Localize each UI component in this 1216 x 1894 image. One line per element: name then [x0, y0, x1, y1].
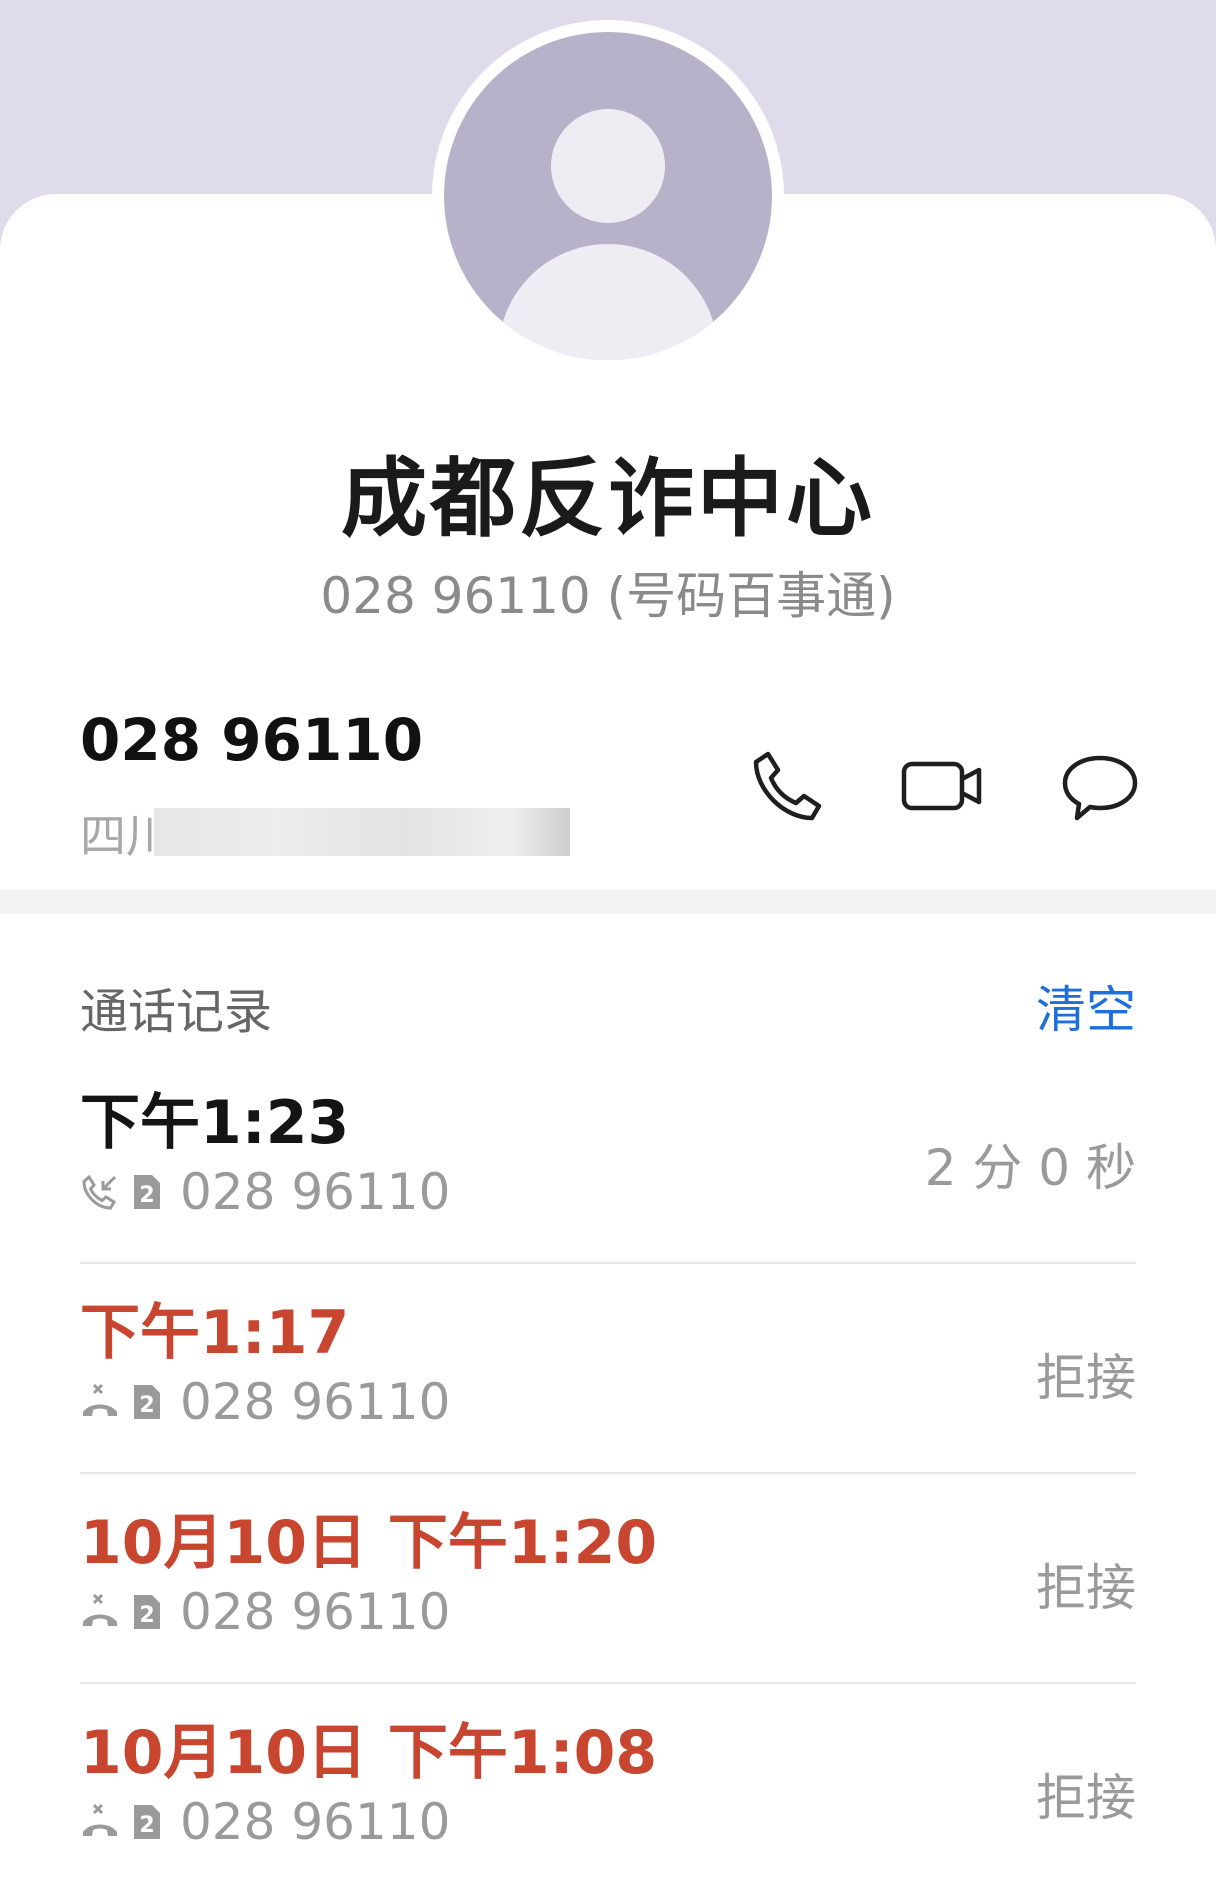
svg-text:2: 2: [139, 1183, 154, 1208]
message-bubble-icon: [1062, 755, 1138, 821]
svg-text:2: 2: [139, 1393, 154, 1418]
call-log-row[interactable]: 10月10日 下午1:08 2 028 96110 拒接: [80, 1684, 1136, 1894]
avatar-person-icon: [551, 109, 665, 223]
call-status: 拒接: [1036, 1559, 1136, 1617]
svg-text:2: 2: [139, 1813, 154, 1838]
call-detail: 2 028 96110: [80, 1162, 450, 1222]
call-detail: 2 028 96110: [80, 1582, 450, 1642]
sim-2-icon: 2: [134, 1385, 160, 1419]
call-number: 028 96110: [180, 1793, 451, 1851]
call-log-row[interactable]: 10月10日 下午1:20 2 028 96110 拒接: [80, 1474, 1136, 1684]
call-time: 10月10日 下午1:20: [80, 1508, 658, 1578]
video-camera-icon: [901, 761, 982, 811]
call-number: 028 96110: [180, 1373, 451, 1431]
svg-text:2: 2: [139, 1603, 154, 1628]
call-number: 028 96110: [180, 1163, 451, 1221]
rejected-call-icon: [80, 1382, 120, 1422]
call-number: 028 96110: [180, 1583, 451, 1641]
call-history-title: 通话记录: [80, 984, 273, 1040]
call-log-row[interactable]: 下午1:17 2 028 96110 拒接: [80, 1264, 1136, 1474]
call-detail: 2 028 96110: [80, 1372, 450, 1432]
contact-name: 成都反诈中心: [341, 449, 875, 549]
clear-history-button[interactable]: 清空: [1036, 970, 1136, 1042]
message-button[interactable]: [1054, 740, 1146, 832]
call-status: 拒接: [1036, 1349, 1136, 1407]
section-divider: [0, 890, 1216, 914]
call-log-row[interactable]: 下午1:23 2 028 96110 2 分 0 秒: [80, 1054, 1136, 1264]
call-time: 下午1:23: [80, 1088, 350, 1158]
video-call-button[interactable]: [896, 740, 988, 832]
call-time: 10月10日 下午1:08: [80, 1718, 658, 1788]
avatar-person-body: [498, 244, 718, 360]
call-status: 拒接: [1036, 1769, 1136, 1827]
sim-2-icon: 2: [134, 1175, 160, 1209]
call-detail: 2 028 96110: [80, 1792, 450, 1852]
phone-icon: [753, 751, 822, 821]
number-location-row: 四川: [80, 800, 570, 863]
call-button[interactable]: [740, 740, 832, 832]
call-time: 下午1:17: [80, 1298, 350, 1368]
contact-subtitle: 028 96110 (号码百事通): [320, 567, 896, 625]
sim-2-icon: 2: [134, 1595, 160, 1629]
rejected-call-icon: [80, 1802, 120, 1842]
rejected-call-icon: [80, 1592, 120, 1632]
sim-2-icon: 2: [134, 1805, 160, 1839]
call-duration: 2 分 0 秒: [924, 1139, 1136, 1197]
location-redaction: [154, 808, 570, 856]
incoming-call-icon: [80, 1172, 120, 1212]
avatar[interactable]: [444, 32, 772, 360]
phone-number[interactable]: 028 96110: [80, 706, 423, 774]
